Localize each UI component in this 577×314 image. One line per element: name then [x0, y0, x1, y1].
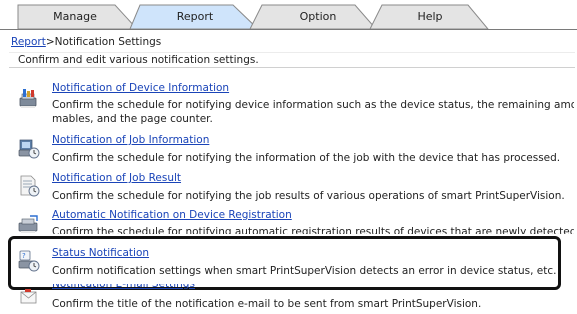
breadcrumb-report-link[interactable]: Report — [11, 36, 46, 48]
tab-manage[interactable]: Manage — [40, 9, 110, 25]
device-info-description: Confirm the schedule for notifying devic… — [52, 99, 574, 111]
device-info-icon — [19, 89, 37, 108]
svg-text:?: ? — [22, 252, 26, 260]
device-registration-link[interactable]: Automatic Notification on Device Registr… — [52, 209, 292, 221]
tab-help[interactable]: Help — [395, 9, 465, 25]
tab-option[interactable]: Option — [278, 9, 358, 25]
tab-bar: Manage Report Option Help — [0, 0, 577, 30]
job-result-description: Confirm the schedule for notifying the j… — [52, 190, 565, 202]
tab-baseline — [0, 29, 577, 30]
job-info-description: Confirm the schedule for notifying the i… — [52, 152, 561, 164]
highlight-box — [8, 236, 561, 290]
email-settings-link[interactable]: Notification E-mail Settings — [52, 284, 195, 290]
device-registration-icon — [18, 215, 38, 233]
device-info-description-cont: mables, and the page counter. — [52, 113, 213, 125]
breadcrumb: Report>Notification Settings — [11, 36, 161, 48]
breadcrumb-current: >Notification Settings — [45, 36, 162, 48]
device-registration-description: Confirm the schedule for notifying autom… — [52, 226, 574, 234]
tab-report[interactable]: Report — [155, 9, 235, 25]
job-info-link[interactable]: Notification of Job Information — [52, 134, 209, 146]
device-info-link[interactable]: Notification of Device Information — [52, 82, 229, 94]
job-result-link[interactable]: Notification of Job Result — [52, 172, 181, 184]
status-notification-description: Confirm notification settings when smart… — [52, 265, 557, 277]
job-info-icon — [18, 139, 40, 159]
job-result-icon — [20, 175, 40, 197]
status-notification-link[interactable]: Status Notification — [52, 247, 149, 259]
email-settings-icon — [20, 289, 37, 304]
email-settings-description: Confirm the title of the notification e-… — [52, 298, 482, 310]
status-notification-icon: ? — [18, 250, 40, 272]
page-subtitle: Confirm and edit various notification se… — [18, 54, 259, 66]
